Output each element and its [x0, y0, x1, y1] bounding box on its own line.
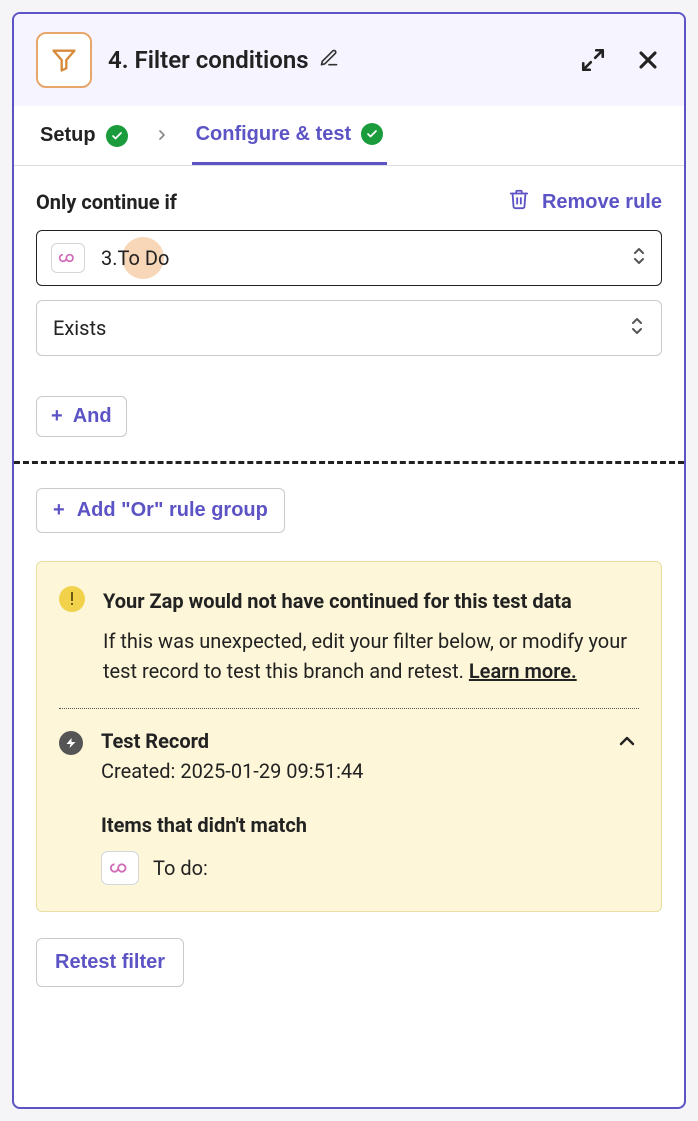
learn-more-link[interactable]: Learn more.	[469, 659, 577, 683]
tabs: Setup Configure & test	[14, 106, 684, 166]
remove-rule-button[interactable]: Remove rule	[508, 188, 662, 216]
alert-description: If this was unexpected, edit your filter…	[103, 626, 639, 686]
add-and-label: And	[73, 405, 112, 428]
tab-setup-label: Setup	[40, 124, 96, 147]
add-or-label: Add "Or" rule group	[77, 499, 268, 522]
only-continue-label: Only continue if	[36, 190, 177, 214]
filter-conditions-panel: 4. Filter conditions Setup Configure & t…	[12, 12, 686, 1109]
tab-setup[interactable]: Setup	[36, 106, 132, 165]
rule-field-select[interactable]: 3. To Do	[36, 230, 662, 286]
alert-header-row: Your Zap would not have continued for th…	[59, 586, 639, 686]
highlight-marker: To Do	[118, 246, 170, 270]
test-record-title: Test Record	[101, 729, 597, 753]
rule-header: Only continue if Remove rule	[36, 188, 662, 216]
tab-configure-label: Configure & test	[196, 123, 352, 146]
filter-icon	[36, 32, 92, 88]
infinity-icon	[51, 243, 85, 273]
chevron-updown-icon	[631, 245, 647, 271]
tab-configure-test[interactable]: Configure & test	[192, 106, 388, 165]
rule-condition-select[interactable]: Exists	[36, 300, 662, 356]
test-record-row: Test Record Created: 2025-01-29 09:51:44…	[59, 729, 639, 885]
no-match-item: To do:	[101, 851, 597, 885]
pencil-icon[interactable]	[319, 46, 339, 74]
chevron-updown-icon	[629, 315, 645, 342]
plus-icon: +	[53, 499, 65, 522]
test-result-alert: Your Zap would not have continued for th…	[36, 561, 662, 912]
created-label: Created:	[101, 759, 180, 783]
check-icon	[361, 123, 383, 145]
rule-condition-value: Exists	[53, 316, 629, 340]
panel-body: Only continue if Remove rule 3. To Do Ex…	[14, 166, 684, 1107]
created-value: 2025-01-29 09:51:44	[180, 759, 363, 783]
close-icon[interactable]	[634, 46, 662, 74]
rule-field-text: 3. To Do	[101, 246, 615, 270]
retest-filter-button[interactable]: Retest filter	[36, 938, 184, 987]
add-and-button[interactable]: + And	[36, 396, 127, 437]
infinity-icon	[101, 851, 139, 885]
warning-icon	[59, 586, 85, 612]
rule-separator	[14, 461, 684, 464]
record-icon	[59, 731, 83, 755]
remove-rule-label: Remove rule	[542, 191, 662, 214]
rule-field-prefix: 3.	[101, 246, 118, 270]
test-record-created: Created: 2025-01-29 09:51:44	[101, 759, 597, 783]
add-or-group-button[interactable]: + Add "Or" rule group	[36, 488, 285, 533]
panel-title: 4. Filter conditions	[108, 46, 309, 74]
panel-title-row: 4. Filter conditions	[108, 46, 564, 74]
items-didnt-match-label: Items that didn't match	[101, 813, 597, 837]
no-match-item-text: To do:	[153, 856, 208, 880]
chevron-up-icon[interactable]	[615, 729, 639, 757]
plus-icon: +	[51, 405, 63, 428]
expand-icon[interactable]	[580, 47, 606, 73]
header-actions	[580, 46, 662, 74]
check-icon	[106, 125, 128, 147]
alert-separator	[59, 708, 639, 709]
alert-title: Your Zap would not have continued for th…	[103, 586, 639, 616]
panel-header: 4. Filter conditions	[14, 14, 684, 106]
rule-field-value: To Do	[118, 246, 170, 270]
chevron-right-icon	[150, 124, 174, 148]
trash-icon	[508, 188, 530, 216]
